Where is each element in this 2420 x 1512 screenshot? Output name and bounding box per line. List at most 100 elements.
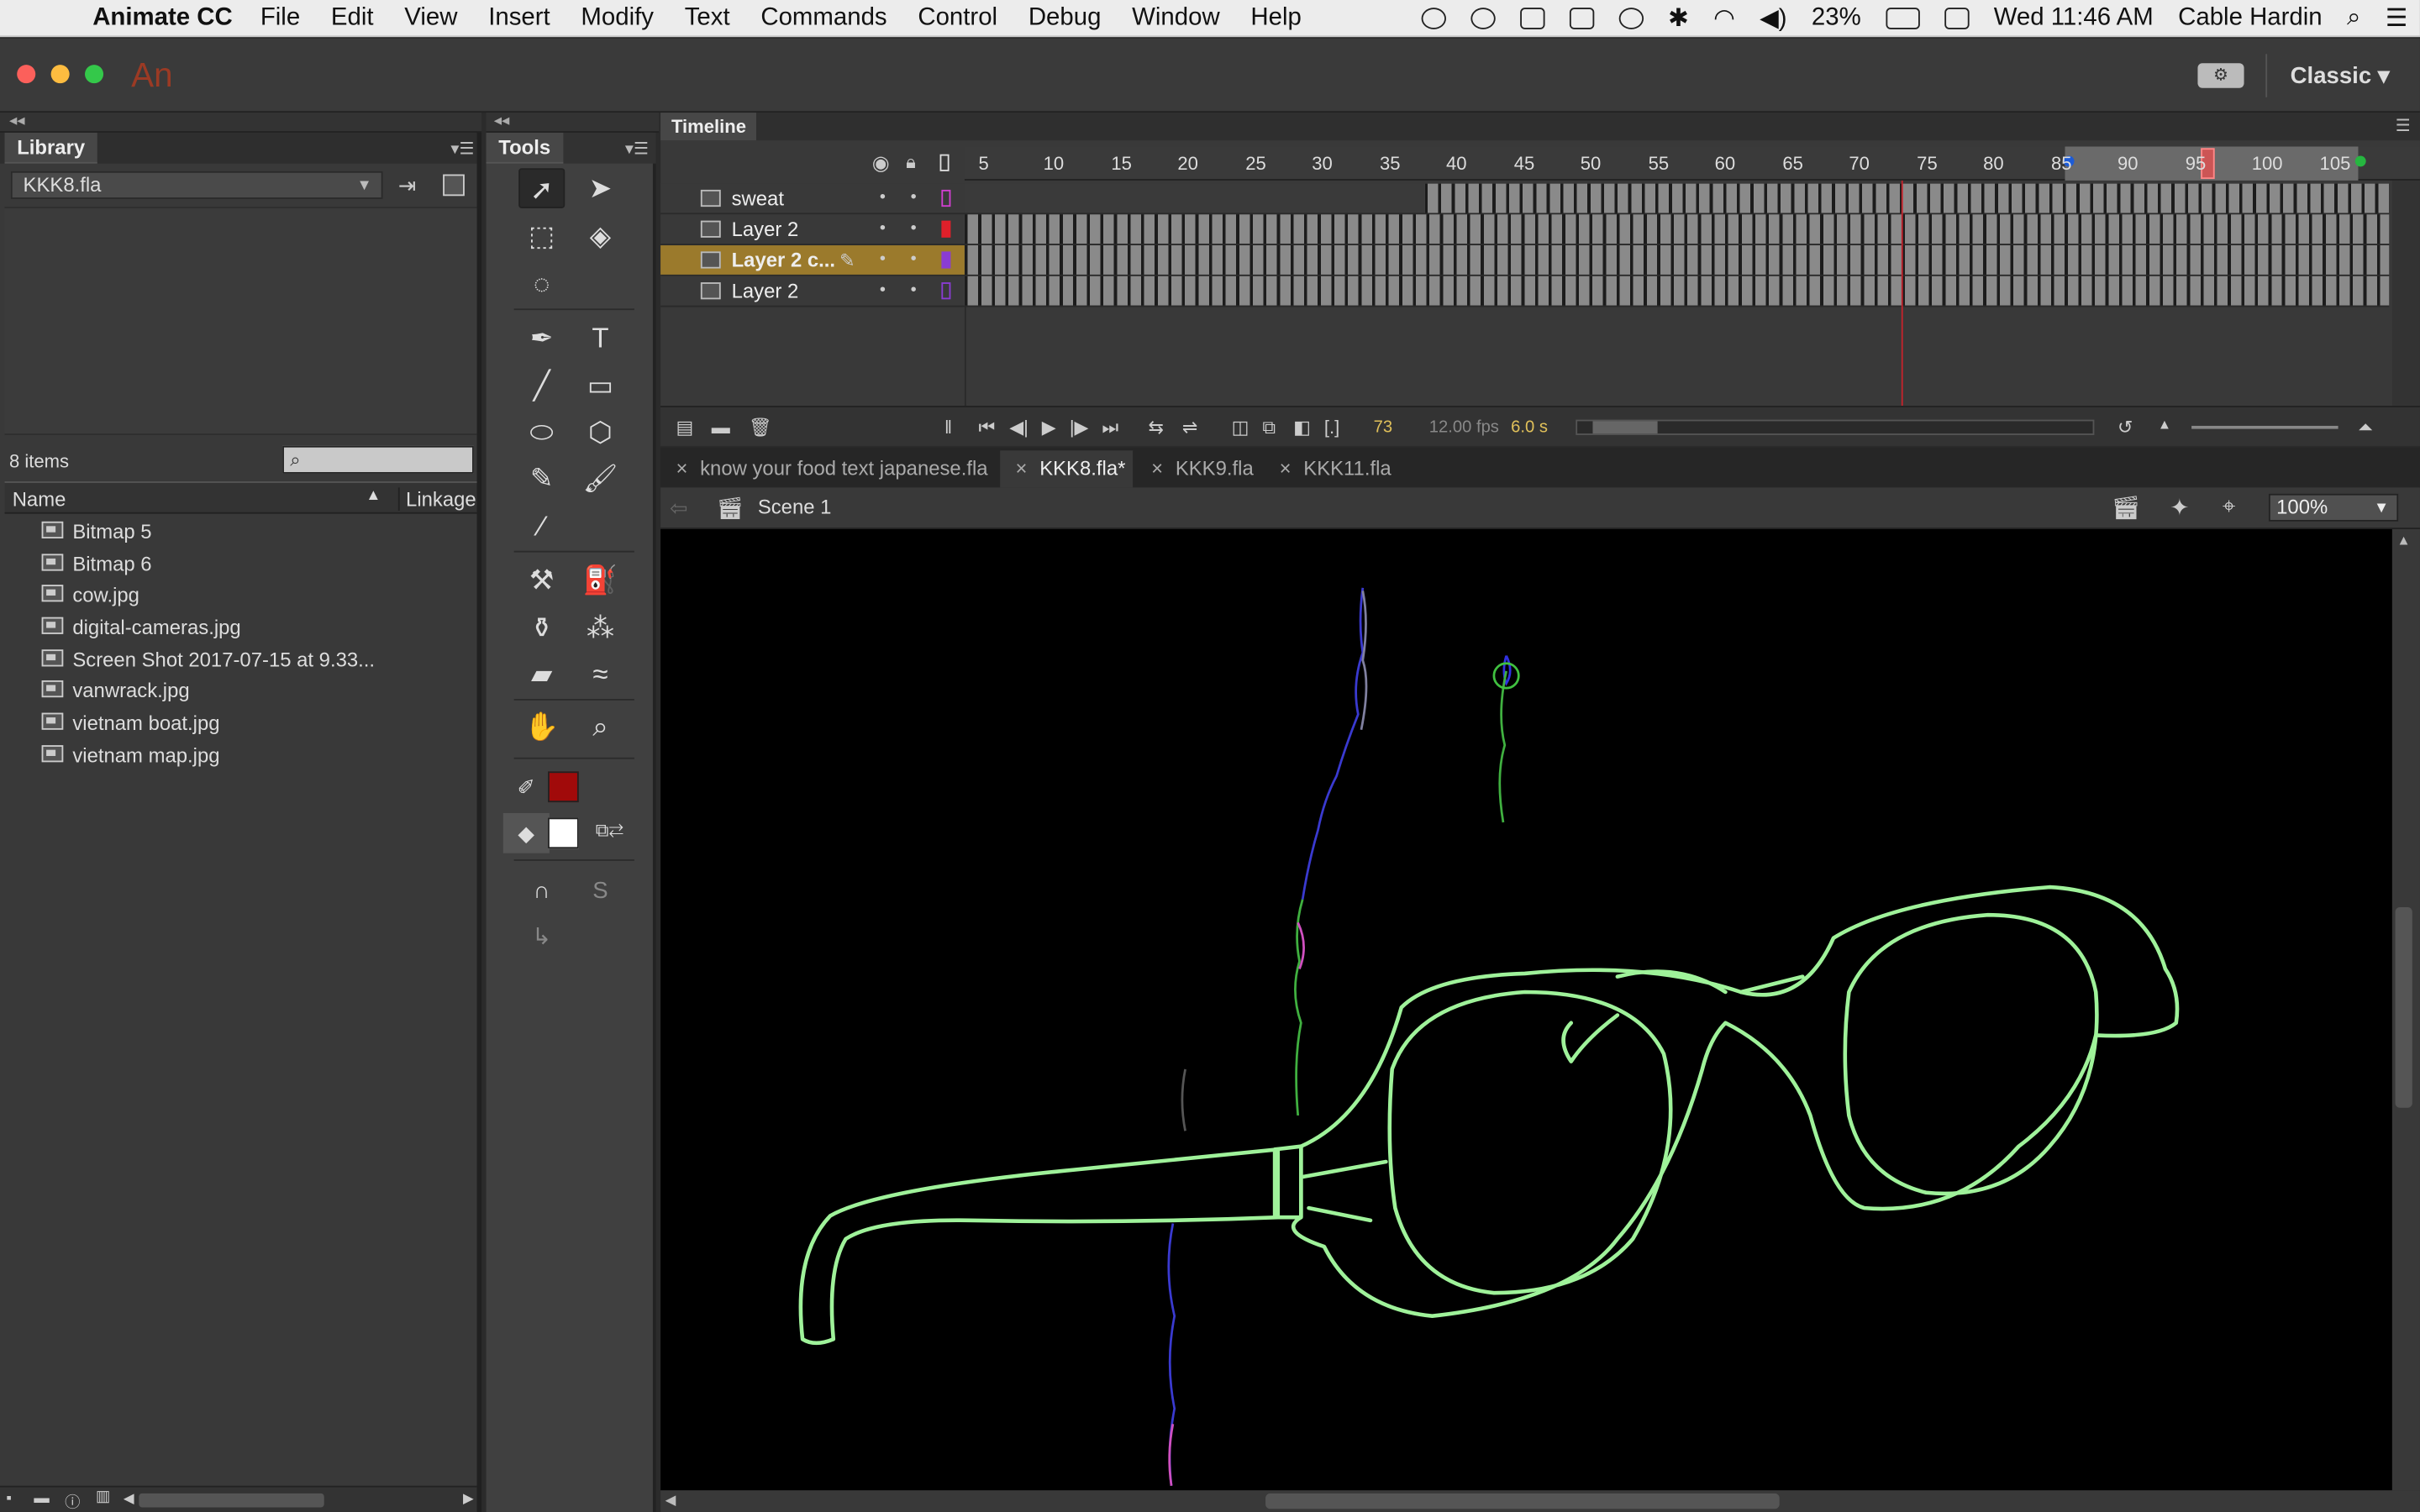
loop-icon[interactable]: ⇆ <box>1149 417 1164 438</box>
flame-icon[interactable] <box>1519 8 1545 29</box>
time-machine-icon[interactable] <box>1618 8 1644 29</box>
go-to-last-frame-icon[interactable]: ⏭ <box>1102 417 1118 440</box>
library-collapse-strip[interactable]: ◂◂ <box>0 113 482 133</box>
library-search-input[interactable]: ⌕ <box>282 445 474 474</box>
pen-tool-icon[interactable]: ✒ <box>518 318 565 358</box>
layer-outline-color[interactable] <box>941 251 951 269</box>
layer-row[interactable]: Layer 2 • • <box>660 276 965 307</box>
collapse-icon[interactable]: ◂◂ <box>494 113 509 129</box>
layer-outline-color[interactable] <box>941 220 951 238</box>
menu-commands[interactable]: Commands <box>745 4 902 32</box>
clock[interactable]: Wed 11:46 AM <box>1981 5 2165 33</box>
modify-markers-icon[interactable]: [.] <box>1324 417 1339 438</box>
go-to-first-frame-icon[interactable]: ⏮ <box>978 417 995 440</box>
frame-ruler[interactable]: 5 10 15 20 25 30 35 40 45 50 55 60 65 70… <box>964 146 2420 181</box>
lock-dot[interactable]: • <box>911 250 917 269</box>
new-folder-icon[interactable]: ▬ <box>34 1490 49 1507</box>
timeline-vscroll[interactable] <box>2391 180 2420 407</box>
straighten-icon[interactable]: ↳ <box>518 918 565 958</box>
stroke-color-icon[interactable]: ✐ <box>503 767 550 807</box>
eyedropper-tool-icon[interactable]: ⁂ <box>577 608 623 648</box>
line-tool-icon[interactable]: ╱ <box>518 365 565 406</box>
timeline-tab[interactable]: Timeline <box>660 113 757 141</box>
menu-text[interactable]: Text <box>669 4 745 32</box>
layer-frames[interactable] <box>964 245 2390 276</box>
snap-to-objects-icon[interactable]: ∩ <box>518 872 565 912</box>
airplay-icon[interactable] <box>1569 8 1594 29</box>
new-library-panel-icon[interactable] <box>443 174 465 197</box>
zoom-select[interactable]: 100% ▼ <box>2268 493 2399 522</box>
fit-timeline-icon[interactable]: ↺ <box>2118 417 2133 438</box>
fill-color-icon[interactable]: ◆ <box>502 812 550 853</box>
center-frame-icon[interactable]: ⇌ <box>1182 417 1197 438</box>
menu-modify[interactable]: Modify <box>566 4 669 32</box>
scroll-left-icon[interactable]: ◀ <box>666 1492 676 1509</box>
zoom-window-button[interactable] <box>85 65 104 84</box>
eraser-tool-icon[interactable]: ▰ <box>518 654 565 695</box>
panel-menu-icon[interactable]: ☰ <box>2396 116 2411 136</box>
lock-dot[interactable]: • <box>911 188 917 207</box>
new-symbol-icon[interactable]: ▪ <box>6 1490 12 1507</box>
frame-rate[interactable]: 12.00 fps <box>1429 418 1499 437</box>
edit-symbols-icon[interactable]: ✦ <box>2170 494 2189 522</box>
brush-tool-icon[interactable]: ⁄ <box>518 506 565 546</box>
bone-tool-icon[interactable]: ⚒ <box>518 560 565 601</box>
ink-bottle-tool-icon[interactable]: ⚱ <box>518 608 565 648</box>
stage-canvas[interactable] <box>660 528 2392 1491</box>
timeline-hscroll[interactable] <box>1576 419 2095 435</box>
zoom-tool-icon[interactable]: ⌕ <box>577 706 623 747</box>
library-item[interactable]: Bitmap 5 <box>5 515 477 547</box>
library-hscroll-thumb[interactable] <box>139 1493 324 1508</box>
visibility-dot[interactable]: • <box>880 250 886 269</box>
frame-size-slider[interactable] <box>2191 425 2338 429</box>
paint-bucket-tool-icon[interactable]: ⛽ <box>577 560 623 601</box>
selection-tool-icon[interactable]: ➚ <box>518 168 566 208</box>
scroll-up-icon[interactable]: ▲ <box>2396 533 2410 548</box>
tools-tab[interactable]: Tools <box>486 132 563 164</box>
scroll-thumb[interactable] <box>1592 421 1658 434</box>
visibility-dot[interactable]: • <box>880 281 886 299</box>
panel-menu-icon[interactable]: ▾☰ <box>625 139 649 159</box>
scene-name[interactable]: Scene 1 <box>758 496 832 519</box>
smaller-frames-icon[interactable]: ▲ <box>2158 417 2171 432</box>
layer-row[interactable]: sweat • • <box>660 183 965 214</box>
column-linkage[interactable]: Linkage <box>397 487 476 511</box>
close-tab-icon[interactable]: × <box>1280 457 1292 480</box>
show-hide-all-icon[interactable]: ◉ <box>872 151 890 176</box>
library-item[interactable]: Screen Shot 2017-07-15 at 9.33... <box>5 643 477 675</box>
document-tab[interactable]: × KKK9.fla <box>1136 450 1260 487</box>
larger-frames-icon[interactable]: ⏶ <box>2358 417 2373 440</box>
center-stage-icon[interactable]: ⌖ <box>2223 494 2236 520</box>
polystar-tool-icon[interactable]: ⬡ <box>577 412 623 452</box>
lasso-tool-icon[interactable]: ◌ <box>518 264 565 304</box>
user-name[interactable]: Cable Hardin <box>2165 5 2334 33</box>
delete-icon[interactable]: ▥ <box>96 1488 110 1505</box>
sort-ascending-icon[interactable]: ▲ <box>366 487 381 504</box>
new-folder-icon[interactable]: ▬ <box>712 417 730 438</box>
layer-outline-color[interactable] <box>941 189 951 207</box>
spotlight-icon[interactable]: ⌕ <box>2334 5 2373 33</box>
subselection-tool-icon[interactable]: ➤ <box>577 168 623 208</box>
library-item[interactable]: Bitmap 6 <box>5 547 477 579</box>
bluetooth-icon[interactable]: ✱ <box>1655 3 1701 34</box>
edit-scene-icon[interactable]: 🎬︎ <box>2112 494 2141 522</box>
tools-collapse-strip[interactable]: ◂◂ <box>486 113 660 133</box>
elapsed-time[interactable]: 6.0 s <box>1511 418 1548 437</box>
menu-view[interactable]: View <box>389 4 473 32</box>
battery-icon[interactable] <box>1886 8 1920 29</box>
edit-multiple-frames-icon[interactable]: ◧ <box>1293 417 1311 438</box>
layer-outline-color[interactable] <box>941 282 951 300</box>
battery-percent[interactable]: 23% <box>1799 5 1873 33</box>
sync-settings-icon[interactable]: ⚙ <box>2197 63 2244 88</box>
column-name[interactable]: Name <box>13 487 66 511</box>
onion-end-marker[interactable] <box>2354 155 2366 167</box>
3d-rotation-tool-icon[interactable]: ◈ <box>577 216 623 256</box>
scroll-thumb[interactable] <box>2395 906 2412 1108</box>
visibility-dot[interactable]: • <box>880 219 886 238</box>
fill-color-swatch[interactable] <box>548 817 579 849</box>
wifi-icon[interactable]: ◠ <box>1701 3 1747 34</box>
layer-frames[interactable] <box>964 183 2390 214</box>
width-tool-icon[interactable]: ≈ <box>577 654 623 695</box>
pencil-tool-icon[interactable]: ✎ <box>518 458 565 498</box>
layer-frames[interactable] <box>964 276 2390 307</box>
